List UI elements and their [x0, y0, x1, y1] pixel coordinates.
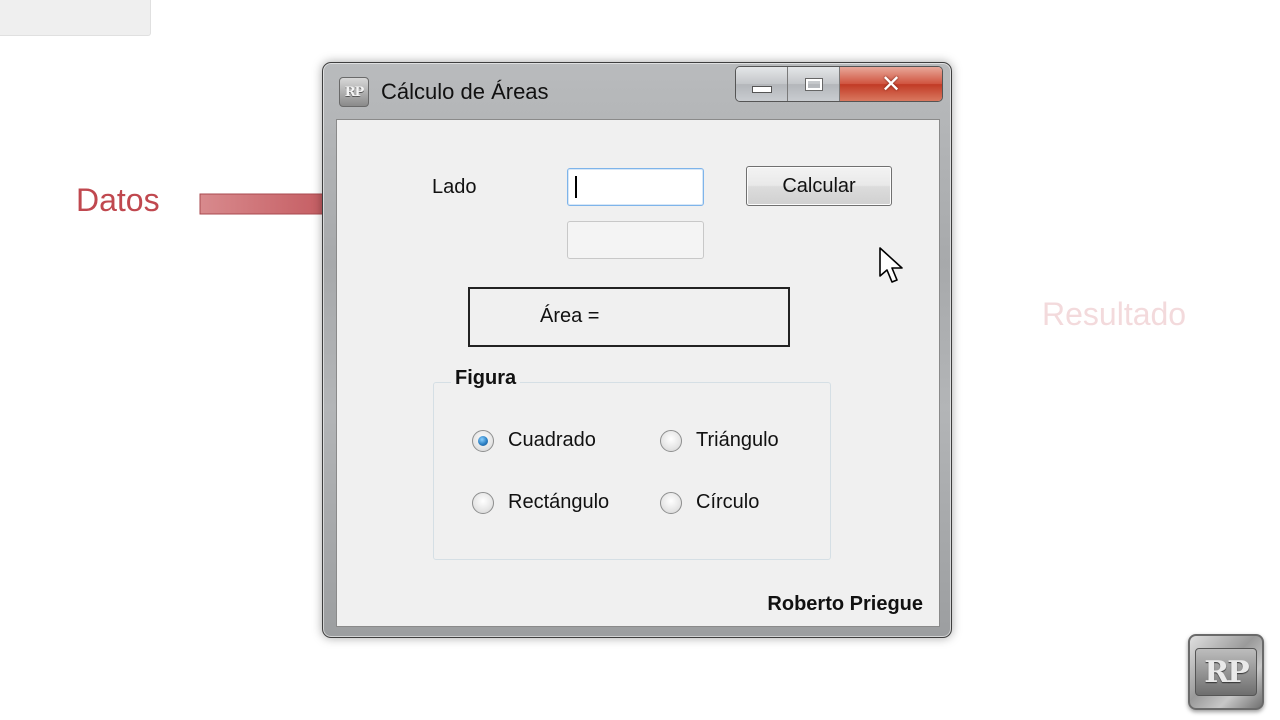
client-area: Lado Calcular Área = Figura Cuadrado Tri… [336, 119, 940, 627]
caption-buttons: ✕ [735, 66, 943, 102]
radio-cuadrado[interactable]: Cuadrado [472, 429, 596, 452]
radio-selected-dot [478, 435, 488, 446]
text-caret [575, 176, 577, 198]
resultado-annotation: Resultado [1042, 296, 1187, 332]
lado-label: Lado [432, 176, 477, 198]
radio-rectangulo[interactable]: Rectángulo [472, 491, 609, 514]
calculo-areas-window: RP Cálculo de Áreas ✕ Lado Calcular Área… [322, 62, 952, 638]
radio-label[interactable]: Rectángulo [508, 491, 609, 514]
app-icon: RP [339, 77, 369, 107]
window-title: Cálculo de Áreas [381, 79, 549, 104]
radio-circulo[interactable]: Círculo [660, 491, 759, 514]
second-input[interactable] [567, 221, 704, 259]
mouse-cursor-icon [879, 247, 903, 283]
lado-input[interactable] [567, 168, 704, 206]
radio-triangulo[interactable]: Triángulo [660, 429, 779, 452]
rp-logo-text: RP [1195, 648, 1257, 696]
area-label: Área = [540, 305, 600, 327]
figura-groupbox [433, 382, 831, 560]
radio-button-icon[interactable] [660, 491, 682, 514]
maximize-icon [804, 77, 823, 91]
radio-label[interactable]: Triángulo [696, 429, 779, 452]
radio-label[interactable]: Cuadrado [508, 429, 596, 452]
author-label: Roberto Priegue [767, 593, 923, 615]
figura-group-title: Figura [451, 367, 521, 390]
maximize-button[interactable] [788, 67, 840, 101]
rp-logo: RP [1188, 634, 1264, 710]
radio-button-icon[interactable] [472, 429, 494, 452]
datos-annotation: Datos [76, 182, 160, 218]
radio-button-icon[interactable] [472, 491, 494, 514]
minimize-icon [751, 85, 772, 93]
radio-label[interactable]: Círculo [696, 491, 759, 514]
close-button[interactable]: ✕ [840, 67, 942, 101]
close-icon: ✕ [880, 70, 902, 98]
top-strip [0, 0, 151, 36]
minimize-button[interactable] [736, 67, 788, 101]
area-result-box: Área = [468, 287, 790, 347]
calcular-button[interactable]: Calcular [746, 166, 892, 206]
radio-button-icon[interactable] [660, 429, 682, 452]
